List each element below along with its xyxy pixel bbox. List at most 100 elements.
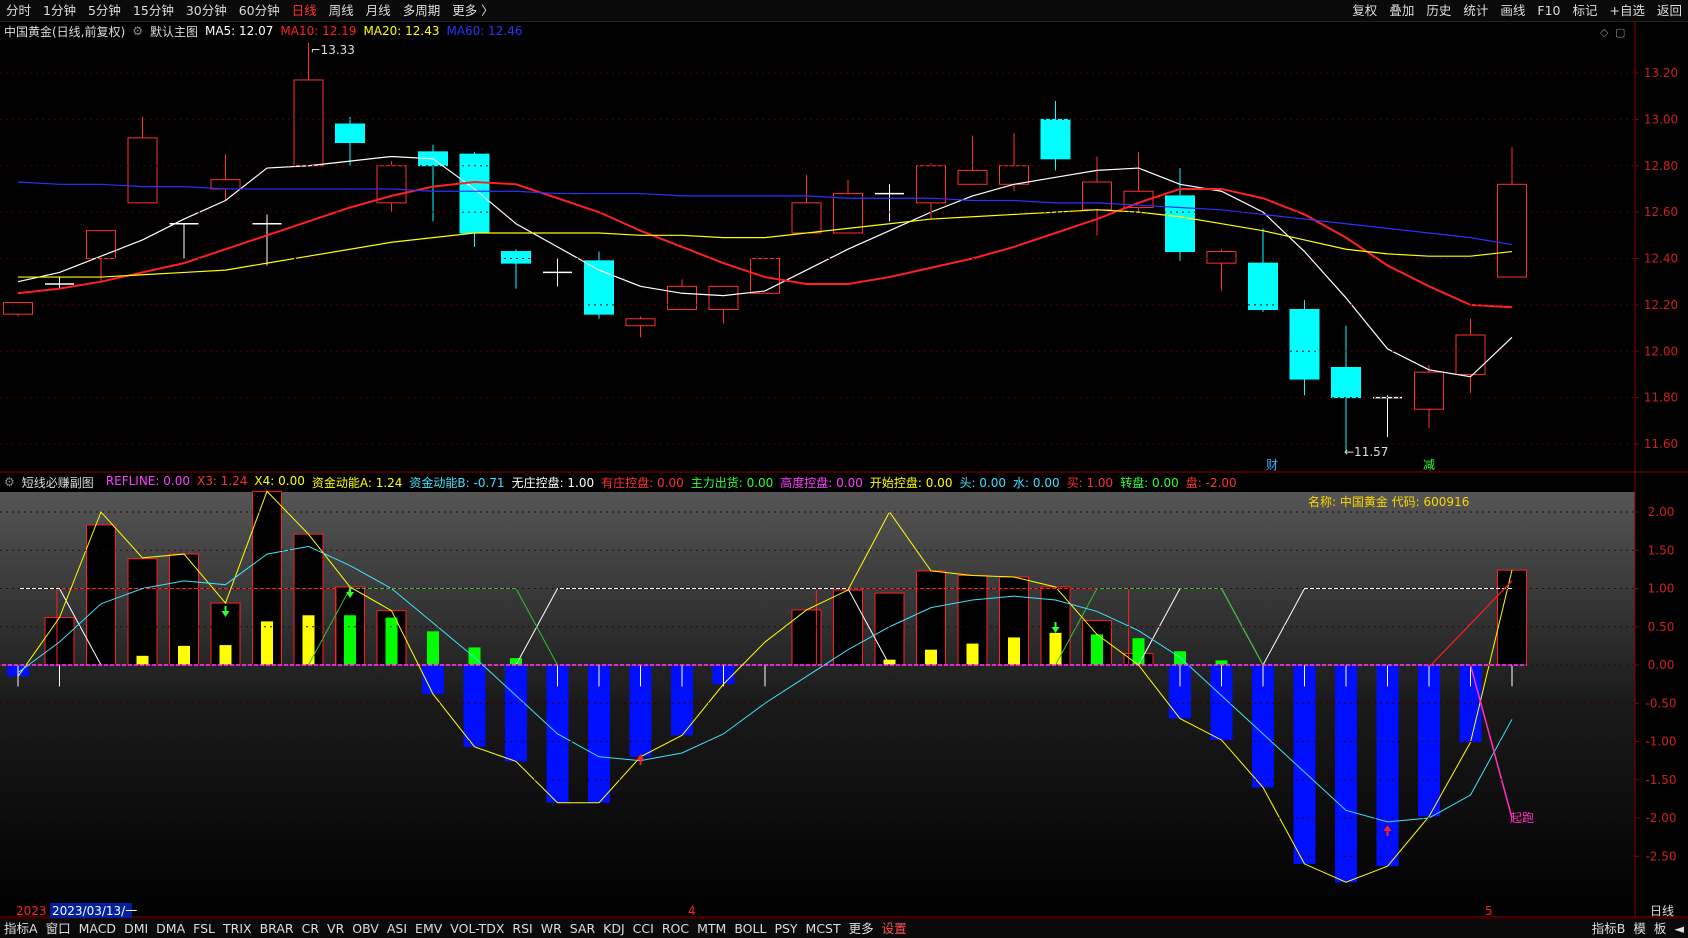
- candle-body: [750, 258, 780, 294]
- indicator-tick-label: 0.00: [1648, 658, 1675, 672]
- indicator-tab[interactable]: SAR: [566, 919, 599, 938]
- indicator-tick-label: -2.00: [1645, 811, 1676, 825]
- expand-icon: ▢: [1615, 26, 1625, 39]
- indicator-tab[interactable]: VOL-TDX: [446, 919, 508, 938]
- indicator-tab[interactable]: MCST: [802, 919, 845, 938]
- candle-body: [957, 169, 988, 185]
- yellow-bar: [219, 645, 232, 665]
- indicator-tab[interactable]: VR: [323, 919, 348, 938]
- candle-body: [1248, 262, 1278, 311]
- bottom-right-button[interactable]: 模: [1629, 919, 1650, 938]
- candle-body: [1455, 334, 1486, 375]
- indicator-tab[interactable]: 更多: [845, 919, 878, 938]
- candle-body: [210, 179, 241, 190]
- blue-bar: [1376, 665, 1399, 867]
- indicator-tab[interactable]: DMI: [120, 919, 152, 938]
- candle-body: [1082, 181, 1112, 211]
- yellow-bar: [1008, 637, 1020, 665]
- indicator-tab[interactable]: 指标A: [0, 919, 42, 938]
- green-bar: [1174, 651, 1186, 665]
- price-tick-label: 12.40: [1644, 252, 1678, 266]
- price-tick-label: 11.80: [1644, 391, 1678, 405]
- candle-body: [376, 165, 407, 204]
- indicator-tab[interactable]: ASI: [383, 919, 411, 938]
- indicator-tick-label: -0.50: [1645, 696, 1676, 710]
- price-tick-label: 12.00: [1644, 344, 1678, 358]
- control-bar: [127, 558, 158, 666]
- candle-body: [791, 202, 822, 234]
- blue-bar: [1335, 665, 1357, 883]
- start-label: 起跑: [1510, 811, 1534, 825]
- control-bar: [1497, 569, 1527, 666]
- indicator-tab[interactable]: BRAR: [256, 919, 298, 938]
- indicator-tab[interactable]: BOLL: [730, 919, 770, 938]
- indicator-tab[interactable]: MTM: [693, 919, 730, 938]
- year-label: 2023: [16, 904, 47, 918]
- blue-bar: [505, 665, 527, 762]
- indicator-tab[interactable]: FSL: [189, 919, 219, 938]
- candle-body: [293, 79, 324, 167]
- month-label: 5: [1485, 904, 1493, 918]
- event-mark-cai: 财: [1266, 458, 1278, 472]
- indicator-tab[interactable]: MACD: [75, 919, 120, 938]
- indicator-tab[interactable]: DMA: [152, 919, 189, 938]
- indicator-tab[interactable]: KDJ: [599, 919, 629, 938]
- indicator-tab[interactable]: 窗口: [42, 919, 75, 938]
- diamond-icon: ◇: [1600, 26, 1609, 39]
- chart-canvas[interactable]: 13.20 13.00 12.80 12.60 12.40 12.20 12.00 11.80…: [0, 0, 1688, 937]
- green-bar: [344, 615, 356, 665]
- candle-body: [127, 137, 158, 204]
- indicator-tab[interactable]: OBV: [348, 919, 383, 938]
- low-price-label: ←11.57: [1344, 445, 1388, 459]
- indicator-tab[interactable]: PSY: [770, 919, 801, 938]
- control-bar: [86, 524, 116, 666]
- candle-body: [916, 165, 946, 204]
- candle-body: [1206, 251, 1237, 264]
- indicator-tab[interactable]: EMV: [411, 919, 446, 938]
- high-price-label: ⌐13.33: [311, 43, 355, 57]
- candle-body: [584, 260, 614, 315]
- candle-body: [1414, 371, 1444, 410]
- indicator-tab[interactable]: WR: [537, 919, 566, 938]
- yellow-bar: [1049, 632, 1062, 665]
- bottom-right-button[interactable]: ◄: [1670, 919, 1688, 938]
- indicator-tab[interactable]: TRIX: [219, 919, 256, 938]
- green-bar: [1091, 634, 1103, 665]
- price-tick-label: 12.60: [1644, 205, 1678, 219]
- period-label: 日线: [1650, 904, 1674, 918]
- candle-body: [1040, 118, 1071, 160]
- bottom-right-button[interactable]: 指标B: [1588, 919, 1630, 938]
- indicator-tab[interactable]: 设置: [878, 919, 911, 938]
- green-bar: [468, 647, 481, 665]
- indicator-tab[interactable]: CR: [298, 919, 323, 938]
- candle-body: [501, 251, 531, 264]
- green-bar: [385, 617, 398, 665]
- indicator-tab[interactable]: ROC: [658, 919, 693, 938]
- candle-body: [3, 302, 33, 315]
- control-bar: [833, 589, 863, 666]
- indicator-tick-label: -2.50: [1645, 849, 1676, 863]
- candle-body: [1165, 195, 1195, 253]
- price-tick-label: 13.20: [1644, 66, 1678, 80]
- yellow-bar: [136, 655, 149, 665]
- event-mark-jian: 减: [1423, 458, 1435, 472]
- blue-bar: [463, 665, 486, 747]
- indicator-tab[interactable]: CCI: [629, 919, 658, 938]
- yellow-bar: [261, 621, 273, 665]
- indicator-tick-label: 1.50: [1648, 543, 1675, 557]
- yellow-bar: [178, 645, 190, 665]
- candle-body: [1289, 309, 1320, 380]
- month-label: 4: [688, 904, 696, 918]
- candle-body: [999, 165, 1029, 185]
- stock-info: 名称: 中国黄金 代码: 600916: [1308, 494, 1469, 509]
- bottom-right-button[interactable]: 板: [1650, 919, 1671, 938]
- indicator-tick-label: 2.00: [1648, 505, 1675, 519]
- green-bar: [1132, 638, 1145, 665]
- cursor-date: 2023/03/13/一: [52, 904, 137, 918]
- bottom-right-buttons: 指标B 模板 ◄: [1588, 919, 1688, 938]
- indicator-tabs: 指标A 窗口 MACD DMI DMA FSL TRIX BRAR CR VR OBV ASI EMV V…: [0, 919, 911, 938]
- price-tick-label: 12.20: [1644, 298, 1678, 312]
- candle-body: [1331, 366, 1361, 399]
- candle-body: [708, 285, 739, 311]
- indicator-tab[interactable]: RSI: [508, 919, 536, 938]
